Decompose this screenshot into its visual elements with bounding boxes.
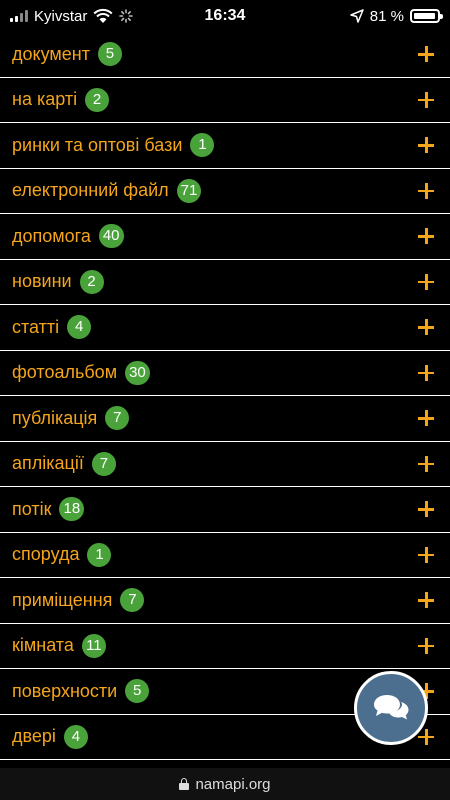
list-item-label: аплікації: [12, 453, 84, 474]
chat-bubbles-icon: [374, 695, 409, 720]
count-badge: 1: [190, 133, 215, 158]
url-domain: namapi.org: [195, 775, 271, 793]
chat-button[interactable]: [354, 671, 428, 745]
list-item-label: допомога: [12, 225, 91, 246]
plus-icon[interactable]: [418, 182, 434, 199]
plus-icon[interactable]: [418, 501, 434, 518]
list-item-label: кімната: [12, 635, 74, 656]
count-badge: 4: [63, 724, 88, 749]
count-badge: 2: [85, 87, 110, 112]
list-item[interactable]: на карті 2: [0, 78, 450, 123]
list-item[interactable]: приміщення 7: [0, 578, 450, 624]
list-item[interactable]: ринки та оптові бази 1: [0, 123, 450, 169]
list-item[interactable]: публікація 7: [0, 396, 450, 442]
list-item[interactable]: електронний файл 71: [0, 169, 450, 214]
list-item-label: ринки та оптові бази: [12, 134, 183, 155]
list-item[interactable]: статті 4: [0, 305, 450, 351]
count-badge: 5: [97, 42, 122, 67]
list-item-label: публікація: [12, 407, 98, 428]
list-item-label: фотоальбом: [12, 362, 118, 383]
count-badge: 1: [87, 542, 112, 567]
list-item-label: приміщення: [12, 589, 113, 610]
count-badge: 2: [79, 269, 104, 294]
plus-icon[interactable]: [418, 137, 434, 154]
url-bar[interactable]: namapi.org: [0, 768, 450, 800]
plus-icon[interactable]: [418, 91, 434, 108]
plus-icon[interactable]: [418, 728, 434, 745]
lock-icon: [179, 778, 190, 790]
count-badge: 7: [120, 588, 145, 613]
list-item[interactable]: кімната 11: [0, 624, 450, 669]
count-badge: 4: [67, 315, 92, 340]
list-item-label: документ: [12, 43, 90, 64]
list-item[interactable]: документ 5: [0, 32, 450, 78]
plus-icon[interactable]: [418, 46, 434, 63]
location-arrow-icon: [350, 9, 364, 23]
list-item[interactable]: фотоальбом 30: [0, 351, 450, 396]
list-item-label: поверхности: [12, 680, 118, 701]
count-badge: 11: [81, 633, 106, 658]
plus-icon[interactable]: [418, 228, 434, 245]
count-badge: 40: [98, 224, 124, 249]
list-item-label: двері: [12, 726, 56, 747]
list-item[interactable]: допомога 40: [0, 214, 450, 260]
count-badge: 71: [176, 178, 202, 203]
count-badge: 5: [125, 679, 150, 704]
plus-icon[interactable]: [418, 546, 434, 563]
plus-icon[interactable]: [418, 319, 434, 336]
list-item[interactable]: споруда 1: [0, 533, 450, 578]
battery-percent: 81 %: [369, 7, 404, 25]
list-item-label: новини: [12, 271, 72, 292]
list-item[interactable]: потік 18: [0, 487, 450, 533]
count-badge: 7: [105, 406, 130, 431]
list-item-label: потік: [12, 498, 52, 519]
count-badge: 30: [125, 360, 150, 385]
list-item[interactable]: новини 2: [0, 260, 450, 305]
list-item-label: на карті: [12, 89, 78, 110]
plus-icon[interactable]: [418, 364, 434, 381]
list-item-label: споруда: [12, 544, 80, 565]
plus-icon[interactable]: [418, 455, 434, 472]
plus-icon[interactable]: [418, 637, 434, 654]
plus-icon[interactable]: [418, 410, 434, 427]
battery-icon: [410, 9, 443, 23]
list-item[interactable]: аплікації 7: [0, 442, 450, 487]
status-right: 81 %: [350, 0, 443, 32]
count-badge: 18: [59, 497, 85, 522]
category-list: документ 5 на карті 2 ринки та оптові бази 1 е…: [0, 32, 450, 760]
status-bar: Kyivstar 16:34 81 %: [0, 0, 450, 32]
list-item-label: статті: [12, 316, 60, 337]
count-badge: 7: [91, 451, 116, 476]
list-item-label: електронний файл: [12, 180, 169, 201]
plus-icon[interactable]: [418, 592, 434, 609]
plus-icon[interactable]: [418, 273, 434, 290]
